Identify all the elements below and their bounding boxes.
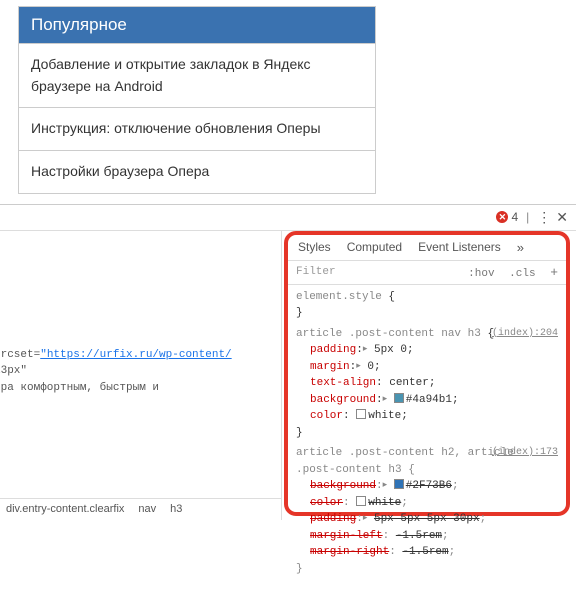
breadcrumb-item[interactable]: h3 (170, 503, 182, 515)
hov-toggle[interactable]: :hov (468, 268, 494, 280)
breadcrumb-item[interactable]: div.entry-content.clearfix (6, 503, 124, 515)
error-icon[interactable]: ✕ (496, 211, 508, 223)
styles-list[interactable]: element.style { } (index):204 article .p… (288, 285, 566, 589)
filter-input[interactable]: Filter (296, 266, 460, 278)
sidebar-tabs: Styles Computed Event Listeners » (288, 235, 566, 261)
devtools-panel: ✕ 4 | ⋮ ✕ srcset="https://urfix.ru/wp-co… (0, 204, 576, 520)
css-rule-element-style[interactable]: element.style { } (296, 289, 558, 322)
highlight-frame: Styles Computed Event Listeners » Filter… (284, 231, 570, 516)
css-rule[interactable]: (index):204 article .post-content nav h3… (296, 326, 558, 442)
widget-item[interactable]: Инструкция: отключение обновления Оперы (19, 107, 375, 150)
styles-sidebar: Styles Computed Event Listeners » Filter… (282, 231, 576, 520)
devtools-body: srcset="https://urfix.ru/wp-content/ 13p… (0, 231, 576, 520)
devtools-toolbar: ✕ 4 | ⋮ ✕ (0, 205, 576, 231)
css-rule-overridden[interactable]: (index):173 article .post-content h2, ar… (296, 445, 558, 577)
filter-row: Filter :hov .cls + (288, 261, 566, 285)
rule-source-link[interactable]: (index):204 (492, 326, 558, 341)
close-icon[interactable]: ✕ (556, 209, 568, 226)
page-top: Популярное Добавление и открытие закладо… (0, 6, 576, 194)
elements-panel[interactable]: srcset="https://urfix.ru/wp-content/ 13p… (0, 231, 282, 520)
more-menu-icon[interactable]: ⋮ (537, 209, 552, 226)
widget-title: Популярное (19, 7, 375, 43)
error-count[interactable]: 4 (511, 210, 518, 224)
srcset-link[interactable]: "https://urfix.ru/wp-content/ (40, 349, 231, 361)
widget-item[interactable]: Настройки браузера Опера (19, 150, 375, 193)
popular-widget: Популярное Добавление и открытие закладо… (18, 6, 376, 194)
rule-source-link[interactable]: (index):173 (492, 445, 558, 460)
elements-source: srcset="https://urfix.ru/wp-content/ 13p… (0, 347, 232, 397)
tab-event-listeners[interactable]: Event Listeners (418, 240, 501, 254)
color-swatch[interactable] (356, 409, 366, 419)
toolbar-separator: | (526, 210, 529, 224)
color-swatch[interactable] (356, 496, 366, 506)
more-tabs-icon[interactable]: » (517, 240, 524, 255)
breadcrumb-item[interactable]: nav (138, 503, 156, 515)
color-swatch[interactable] (394, 479, 404, 489)
widget-item[interactable]: Добавление и открытие закладок в Яндекс … (19, 43, 375, 107)
tab-styles[interactable]: Styles (298, 240, 331, 254)
breadcrumb[interactable]: div.entry-content.clearfix nav h3 (0, 498, 281, 520)
cls-toggle[interactable]: .cls (509, 268, 535, 280)
color-swatch[interactable] (394, 393, 404, 403)
tab-computed[interactable]: Computed (347, 240, 402, 254)
new-rule-icon[interactable]: + (550, 265, 558, 280)
